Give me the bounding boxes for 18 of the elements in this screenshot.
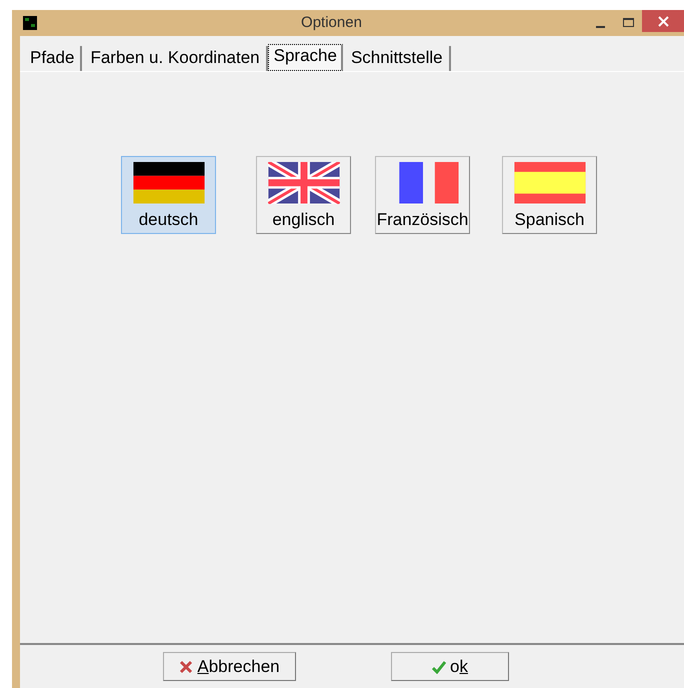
flag-icon: [268, 162, 340, 204]
window-title: Optionen: [300, 12, 363, 33]
close-icon: [658, 16, 668, 26]
language-button[interactable]: Spanisch: [502, 156, 597, 234]
cancel-button[interactable]: Abbrechen: [163, 652, 296, 681]
language-button[interactable]: Französisch: [375, 156, 470, 234]
flag-icon: [514, 162, 586, 204]
flag-icon: [132, 162, 204, 204]
tab[interactable]: Sprache: [268, 44, 343, 71]
close-button[interactable]: [642, 10, 684, 32]
maximize-icon: [622, 18, 634, 28]
close-icon: [179, 660, 194, 674]
minimize-icon: [596, 26, 604, 28]
language-button[interactable]: englisch: [256, 156, 351, 234]
ok-button[interactable]: ok: [391, 652, 509, 681]
check-icon: [432, 660, 446, 674]
language-button[interactable]: deutsch: [121, 156, 216, 234]
app-icon: [23, 16, 37, 30]
